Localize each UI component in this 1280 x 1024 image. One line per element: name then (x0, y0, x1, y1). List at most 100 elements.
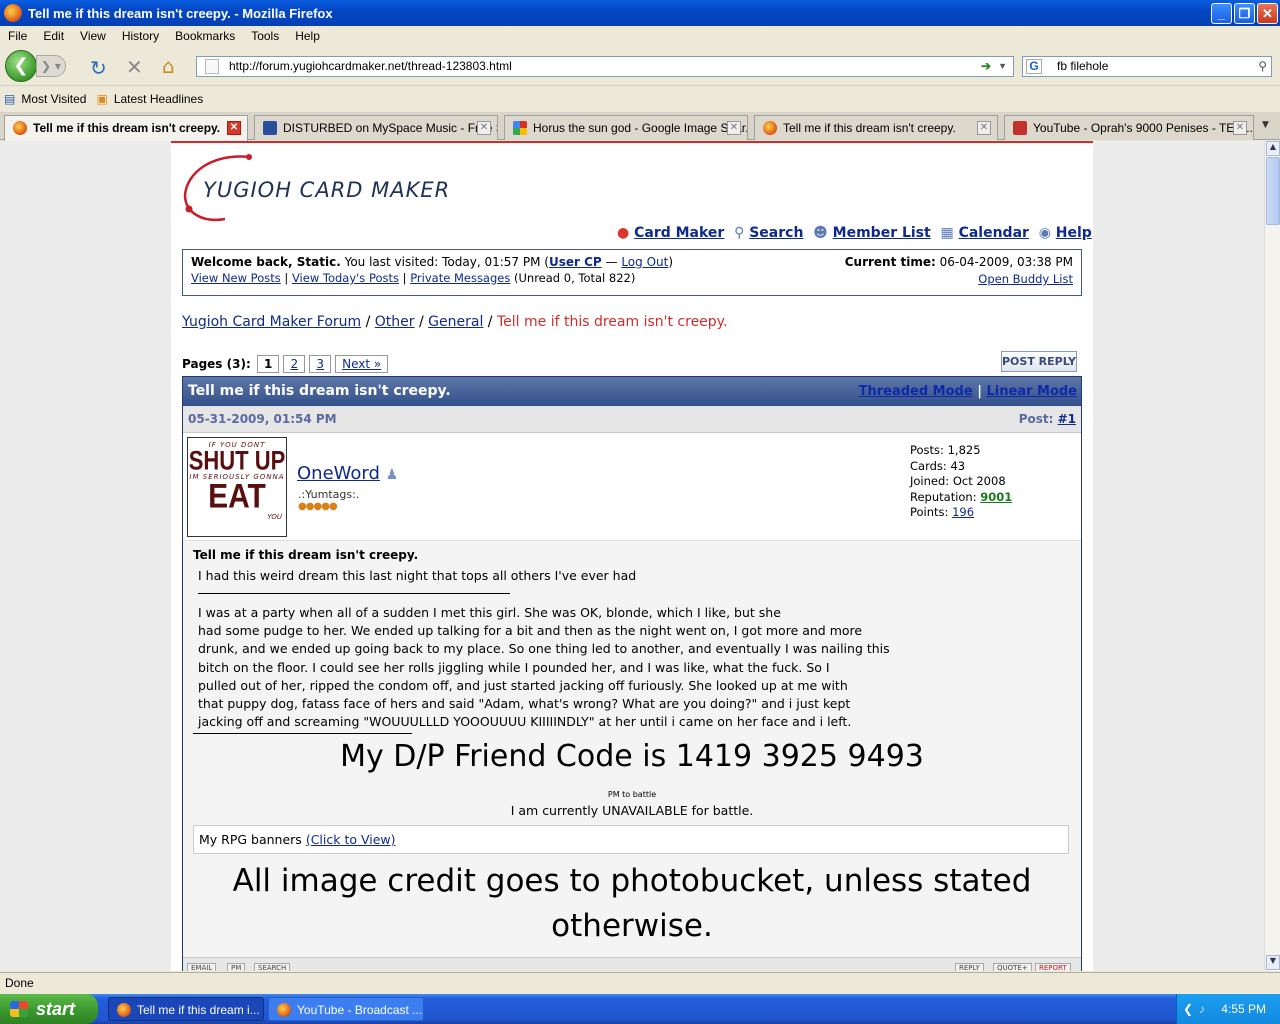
user-cp-link[interactable]: User CP (549, 255, 602, 269)
user-avatar: IF YOU DONT SHUT UP IM SERIOUSLY GONNA E… (187, 437, 287, 537)
next-page[interactable]: Next » (335, 355, 389, 373)
tab-4[interactable]: Tell me if this dream isn't creepy. ✕ (754, 115, 998, 140)
menu-view[interactable]: View (72, 29, 114, 43)
view-modes: Threaded Mode | Linear Mode (858, 384, 1077, 399)
taskbar-item-youtube[interactable]: YouTube - Broadcast ... (268, 997, 424, 1021)
username-link[interactable]: OneWord (297, 463, 380, 484)
close-tab-icon[interactable]: ✕ (477, 121, 491, 135)
vertical-scrollbar[interactable]: ▲ ▼ (1264, 141, 1280, 971)
user-stats: Posts: 1,825 Cards: 43 Joined: Oct 2008 … (910, 443, 1012, 521)
reputation-link[interactable]: 9001 (980, 490, 1012, 504)
points-link[interactable]: 196 (952, 505, 974, 519)
taskbar: start Tell me if this dream i... YouTube… (0, 994, 1280, 1024)
open-buddy-list-link[interactable]: Open Buddy List (978, 272, 1073, 286)
calendar-link[interactable]: Calendar (959, 225, 1029, 241)
card-maker-link[interactable]: Card Maker (634, 225, 724, 241)
email-button[interactable]: EMAIL (187, 963, 217, 971)
taskbar-item-firefox[interactable]: Tell me if this dream i... (108, 997, 264, 1021)
posts-count: 1,825 (947, 443, 981, 457)
bookmark-latest-headlines[interactable]: Latest Headlines (114, 92, 203, 106)
google-engine-icon[interactable]: G (1026, 59, 1042, 74)
scroll-down-arrow[interactable]: ▼ (1266, 955, 1280, 970)
post-line: that puppy dog, fatass face of hers and … (198, 696, 851, 712)
close-button[interactable]: ✕ (1257, 3, 1278, 24)
go-arrow-icon[interactable]: ➔ (981, 57, 991, 76)
last-visit-text: You last visited: Today, 01:57 PM ( (344, 255, 549, 269)
breadcrumb-general[interactable]: General (428, 314, 483, 330)
home-icon[interactable]: ⌂ (162, 54, 175, 78)
tab-1[interactable]: Tell me if this dream isn't creepy. ✕ (4, 115, 248, 141)
bookmark-most-visited[interactable]: Most Visited (21, 92, 86, 106)
windows-logo-icon (10, 1001, 28, 1017)
post-footer: EMAIL PM SEARCH REPLY QUOTE+ REPORT (183, 957, 1081, 971)
forward-button[interactable]: ❯ ▾ (36, 55, 66, 77)
post-intro: I had this weird dream this last night t… (198, 568, 637, 583)
close-tab-icon[interactable]: ✕ (1233, 121, 1247, 135)
minimize-button[interactable]: _ (1211, 3, 1232, 24)
menu-history[interactable]: History (114, 29, 167, 43)
scroll-up-arrow[interactable]: ▲ (1266, 141, 1280, 156)
menu-bookmarks[interactable]: Bookmarks (167, 29, 243, 43)
breadcrumb-other[interactable]: Other (375, 314, 415, 330)
back-button[interactable]: ❮ (5, 50, 37, 82)
help-icon: ◉ (1038, 225, 1051, 241)
close-tab-icon[interactable]: ✕ (727, 121, 741, 135)
reply-button[interactable]: REPLY (955, 963, 984, 971)
clock: 4:55 PM (1221, 1002, 1266, 1016)
stop-icon[interactable]: ✕ (126, 55, 143, 79)
search-button[interactable]: SEARCH (254, 963, 291, 971)
tab-5[interactable]: YouTube - Oprah's 9000 Penises - TEC... … (1004, 115, 1254, 140)
logout-link[interactable]: Log Out (621, 255, 668, 269)
tray-expand-icon[interactable]: ❮ (1183, 994, 1193, 1024)
member-list-link[interactable]: Member List (833, 225, 931, 241)
tab-3[interactable]: Horus the sun god - Google Image Sear...… (504, 115, 748, 140)
battle-status: I am currently UNAVAILABLE for battle. (510, 803, 754, 818)
bookmarks-toolbar: ▤ Most Visited ▣ Latest Headlines (0, 87, 1280, 111)
menu-file[interactable]: File (0, 29, 35, 43)
close-tab-icon[interactable]: ✕ (977, 121, 991, 135)
view-todays-posts-link[interactable]: View Today's Posts (292, 271, 399, 285)
maximize-button[interactable]: ❐ (1234, 3, 1255, 24)
linear-mode-link[interactable]: Linear Mode (986, 384, 1077, 399)
rpg-click-link[interactable]: (Click to View) (306, 832, 396, 847)
page-2[interactable]: 2 (283, 355, 306, 373)
view-new-posts-link[interactable]: View New Posts (191, 271, 281, 285)
search-link[interactable]: Search (749, 225, 803, 241)
menu-tools[interactable]: Tools (243, 29, 287, 43)
search-bar[interactable]: G fb filehole ⚲ (1022, 56, 1272, 77)
reload-icon[interactable]: ↻ (90, 56, 107, 80)
breadcrumb-forum[interactable]: Yugioh Card Maker Forum (182, 314, 361, 330)
page-3[interactable]: 3 (309, 355, 331, 373)
post-reply-button[interactable]: POST REPLY (1001, 351, 1077, 372)
menu-help[interactable]: Help (287, 29, 328, 43)
post-line: bitch on the floor. I could see her roll… (198, 659, 830, 675)
report-button[interactable]: REPORT (1035, 963, 1071, 971)
thread-title: Tell me if this dream isn't creepy. (188, 383, 451, 399)
welcome-greeting: Welcome back, Static. (191, 255, 341, 269)
navigation-toolbar: ❮ ❯ ▾ ↻ ✕ ⌂ http://forum.yugiohcardmaker… (0, 46, 1280, 86)
tab-2[interactable]: DISTURBED on MySpace Music - Free S... ✕ (254, 115, 498, 140)
offline-status-icon: ♟ (385, 467, 399, 483)
url-dropdown-icon[interactable]: ▼ (998, 57, 1007, 76)
post-line: drunk, and we ended up going back to my … (198, 641, 890, 657)
posts-label: Posts: (910, 443, 944, 457)
quote-button[interactable]: QUOTE+ (993, 963, 1032, 971)
credit-line-2: otherwise. (551, 908, 713, 944)
post-number-link[interactable]: #1 (1058, 412, 1076, 426)
scroll-thumb[interactable] (1266, 157, 1280, 225)
pagination: Pages (3): 1 2 3 Next » (182, 355, 389, 373)
tab-list-icon[interactable]: ▼ (1262, 120, 1269, 130)
pm-button[interactable]: PM (227, 963, 246, 971)
search-icon[interactable]: ⚲ (1258, 57, 1267, 76)
volume-icon[interactable]: ♪ (1199, 994, 1205, 1024)
start-button[interactable]: start (0, 994, 98, 1024)
close-tab-icon[interactable]: ✕ (227, 121, 241, 135)
tab-bar: Tell me if this dream isn't creepy. ✕ DI… (0, 112, 1280, 141)
help-link[interactable]: Help (1056, 225, 1092, 241)
private-messages-link[interactable]: Private Messages (410, 271, 510, 285)
threaded-mode-link[interactable]: Threaded Mode (859, 384, 973, 399)
menu-edit[interactable]: Edit (35, 29, 72, 43)
url-bar[interactable]: http://forum.yugiohcardmaker.net/thread-… (196, 56, 1014, 77)
post-subject: Tell me if this dream isn't creepy. (193, 548, 419, 562)
post-body: Tell me if this dream isn't creepy. I ha… (183, 541, 1081, 961)
